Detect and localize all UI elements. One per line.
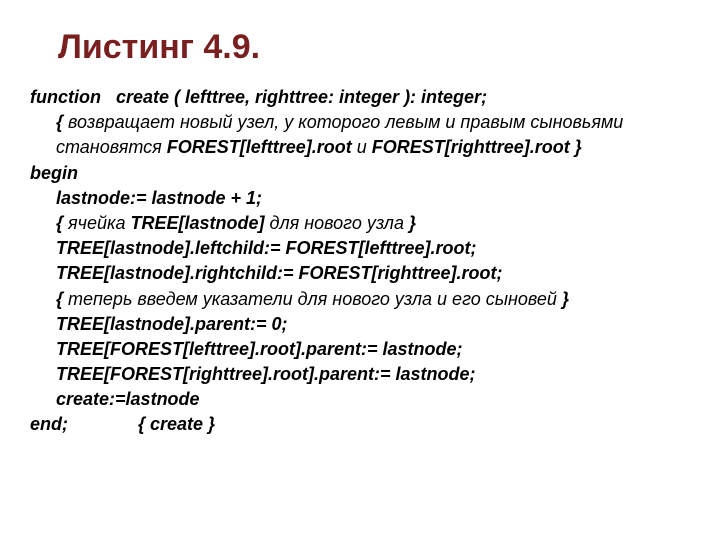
code-line: TREE[FOREST[lefttree].root].parent:= las… — [30, 337, 690, 362]
brace-open: { — [56, 289, 68, 309]
brace-close: } — [557, 289, 569, 309]
brace-close: } — [575, 137, 582, 157]
comment-text: теперь введем указатели для нового узла … — [68, 289, 557, 309]
comment-text: для нового узла — [270, 213, 404, 233]
code-line: { теперь введем указатели для нового узл… — [30, 287, 690, 312]
comment-text: становятся — [56, 137, 162, 157]
code-line: create:=lastnode — [30, 387, 690, 412]
brace-open: { — [56, 112, 68, 132]
comment-text: ячейка — [68, 213, 125, 233]
code-line: end; { create } — [30, 412, 690, 437]
code-line: TREE[FOREST[righttree].root].parent:= la… — [30, 362, 690, 387]
comment-text: возвращает новый узел, у которого левым … — [68, 112, 623, 132]
code-line: { ячейка TREE[lastnode] для нового узла … — [30, 211, 690, 236]
code-line: begin — [30, 161, 690, 186]
code-line: TREE[lastnode].parent:= 0; — [30, 312, 690, 337]
comment-ident: FOREST[righttree].root — [367, 137, 575, 157]
code-line: TREE[lastnode].rightchild:= FOREST[right… — [30, 261, 690, 286]
code-line: function create ( lefttree, righttree: i… — [30, 85, 690, 110]
brace-close: } — [404, 213, 416, 233]
listing-title: Листинг 4.9. — [58, 28, 690, 67]
slide: Листинг 4.9. function create ( lefttree,… — [0, 0, 720, 458]
brace-open: { — [56, 213, 68, 233]
code-line: { возвращает новый узел, у которого левы… — [30, 110, 690, 135]
comment-text: и — [357, 137, 367, 157]
code-line: становятся FOREST[lefttree].root и FORES… — [30, 135, 690, 160]
code-line: TREE[lastnode].leftchild:= FOREST[lefttr… — [30, 236, 690, 261]
code-listing: function create ( lefttree, righttree: i… — [30, 85, 690, 438]
comment-ident: FOREST[lefttree].root — [162, 137, 357, 157]
comment-ident: TREE[lastnode] — [125, 213, 269, 233]
code-line: lastnode:= lastnode + 1; — [30, 186, 690, 211]
